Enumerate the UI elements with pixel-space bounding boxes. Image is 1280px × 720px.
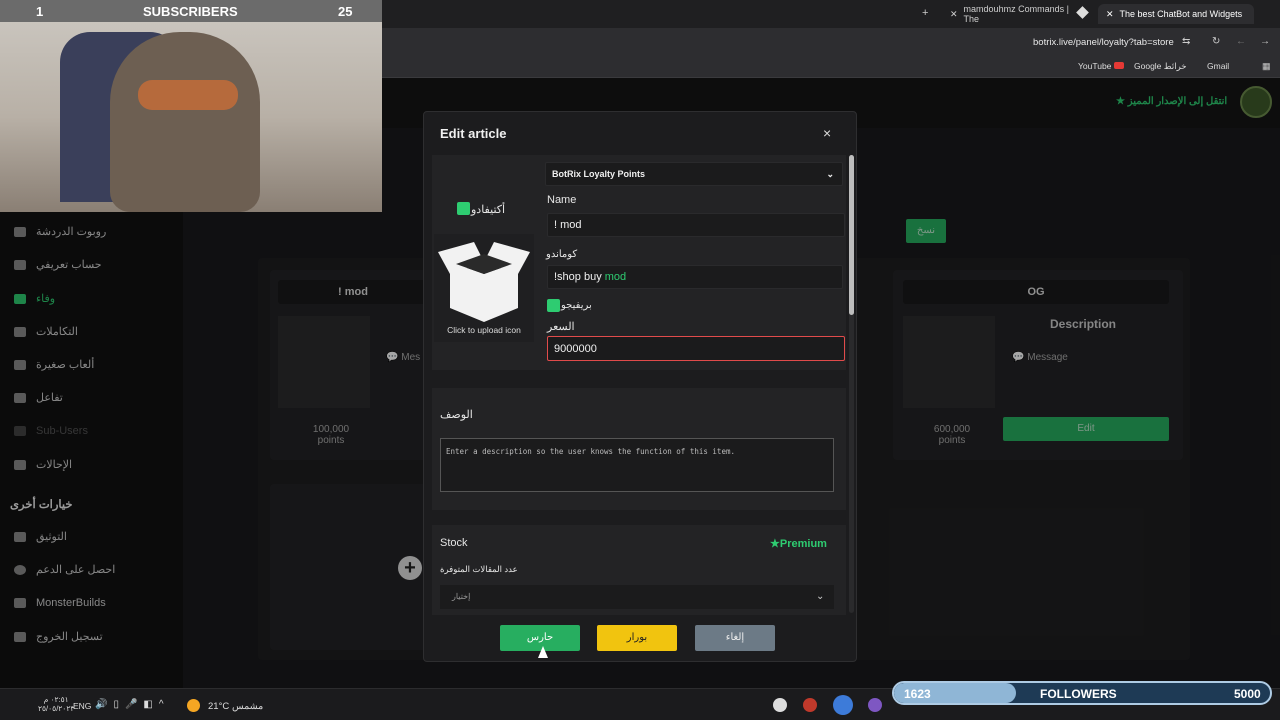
close-icon[interactable]: ✕ <box>1106 9 1114 20</box>
premium-badge: ★Premium <box>770 538 827 550</box>
name-label: Name <box>547 194 577 206</box>
streamer-person <box>110 32 260 212</box>
chevron-down-icon: ⌄ <box>826 168 834 179</box>
upload-label: Click to upload icon <box>447 325 521 335</box>
bookmark-gmail[interactable]: Gmail <box>1207 61 1229 71</box>
command-label: كوماندو <box>546 249 578 260</box>
price-field[interactable]: 9000000 <box>547 336 845 361</box>
site-settings-icon[interactable]: ⇆ <box>1182 36 1190 47</box>
tray-icons[interactable]: 🔊▯🎤◧^ <box>95 699 170 710</box>
clock[interactable]: ٠٢:٥١ م ٢٥/٠٥/٢٠٢٣ <box>38 695 74 713</box>
language-indicator[interactable]: ENG <box>73 701 91 711</box>
weather-temp[interactable]: 21°C <box>208 701 229 712</box>
tab-botrix[interactable]: ✕ The best ChatBot and Widgets <box>1098 4 1254 24</box>
url-field[interactable]: botrix.live/panel/loyalty?tab=store <box>1033 37 1174 48</box>
tab-commands[interactable]: ✕ mamdouhmz Commands | The <box>942 4 1092 24</box>
active-label: أكتيفادو <box>471 204 506 216</box>
stock-count-label: عدد المقالات المتوفرة <box>440 564 518 574</box>
reload-icon[interactable]: ↻ <box>1212 36 1220 47</box>
currency-select[interactable]: BotRix Loyalty Points ⌄ <box>545 162 843 186</box>
box-icon <box>438 242 530 322</box>
back-icon[interactable]: ← <box>1236 36 1246 47</box>
price-label: السعر <box>547 321 575 333</box>
star-icon: ★ <box>770 538 780 550</box>
duplicate-button[interactable]: بورار <box>597 625 677 651</box>
private-label: بريفيجو <box>561 300 592 311</box>
close-icon[interactable]: ✕ <box>950 9 958 20</box>
subscriber-goal-bar: 1 SUBSCRIBERS 25 <box>0 0 382 22</box>
apps-grid-icon[interactable]: ▦ <box>1262 61 1271 72</box>
tab-label: The best ChatBot and Widgets <box>1119 9 1243 19</box>
sun-icon <box>187 699 200 712</box>
app-icon[interactable] <box>803 698 817 712</box>
weather-text[interactable]: مشمس <box>232 701 263 712</box>
stock-select[interactable]: إختيار ⌄ <box>440 585 834 609</box>
youtube-icon <box>1114 62 1124 69</box>
followers-goal-bar: 1623 FOLLOWERS 5000 <box>892 681 1272 705</box>
description-textarea[interactable]: Enter a description so the user knows th… <box>440 438 834 492</box>
close-icon[interactable]: × <box>823 125 831 141</box>
mouse-cursor-icon <box>538 646 548 658</box>
chrome-icon[interactable] <box>833 695 853 715</box>
bookmark-youtube[interactable]: YouTube <box>1078 61 1111 71</box>
active-checkbox[interactable] <box>457 202 470 215</box>
new-tab-icon[interactable]: + <box>922 7 928 19</box>
app-icon[interactable] <box>868 698 882 712</box>
tab-label: mamdouhmz Commands | The <box>963 4 1069 24</box>
description-label: الوصف <box>440 409 473 421</box>
modal-title: Edit article <box>440 126 507 141</box>
scrollbar-thumb[interactable] <box>849 155 854 315</box>
steam-icon[interactable] <box>773 698 787 712</box>
chevron-down-icon: ⌄ <box>816 591 825 602</box>
webcam-feed <box>0 22 382 212</box>
command-field[interactable]: !shop buy mod <box>547 265 843 289</box>
private-checkbox[interactable] <box>547 299 560 312</box>
name-field[interactable]: ! mod <box>547 213 845 237</box>
bookmark-maps[interactable]: Google خرائط <box>1134 61 1187 72</box>
stock-label: Stock <box>440 537 468 549</box>
glasses <box>138 80 238 110</box>
forward-icon[interactable]: → <box>1260 36 1270 47</box>
cancel-button[interactable]: إلغاء <box>695 625 775 651</box>
